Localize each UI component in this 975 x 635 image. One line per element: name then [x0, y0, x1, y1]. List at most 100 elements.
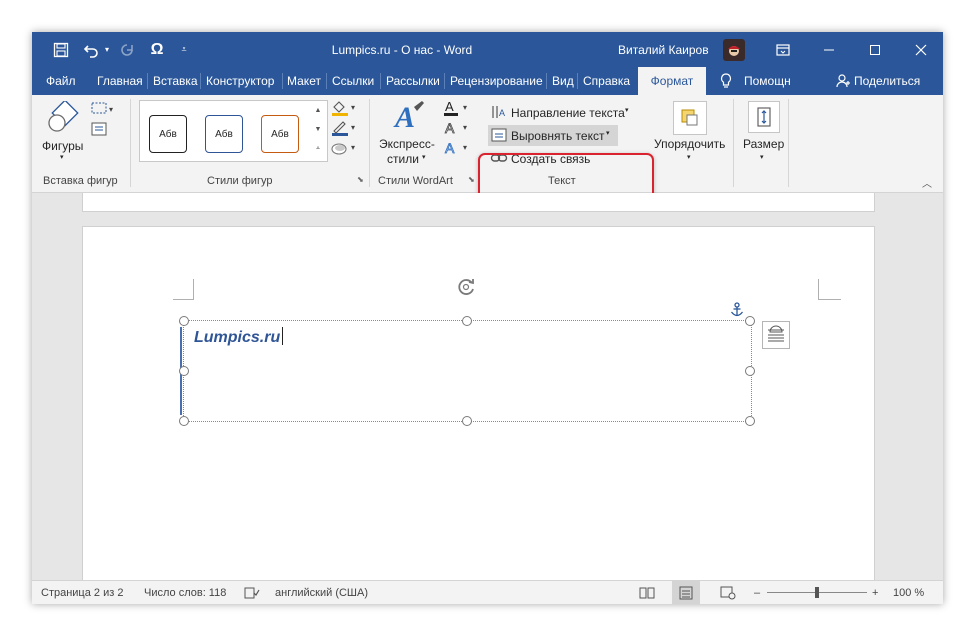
arrange-button[interactable]: Упорядочить: [654, 137, 725, 151]
document-page[interactable]: Lumpics.ru: [82, 226, 875, 588]
rotate-handle-icon[interactable]: [455, 276, 477, 298]
print-layout-icon[interactable]: [672, 581, 700, 604]
quick-styles-label-2[interactable]: стили: [387, 152, 419, 166]
arrange-dropdown-icon[interactable]: ▾: [687, 153, 691, 161]
edit-shape-icon[interactable]: ▾: [90, 101, 116, 115]
shapes-label[interactable]: Фигуры: [42, 139, 83, 153]
customize-qat-icon[interactable]: ⩡: [176, 32, 192, 67]
tab-insert[interactable]: Вставка: [153, 67, 198, 95]
size-dropdown-icon[interactable]: ▾: [760, 153, 764, 161]
avatar[interactable]: [722, 32, 746, 67]
shape-style-sample-2[interactable]: Абв: [205, 115, 243, 153]
status-bar: Страница 2 из 2 Число слов: 118 английск…: [32, 580, 943, 604]
tab-help[interactable]: Справка: [583, 67, 630, 95]
text-outline-icon[interactable]: A ▾: [442, 119, 472, 137]
zoom-slider-thumb[interactable]: [815, 587, 819, 598]
tab-home[interactable]: Главная: [97, 67, 143, 95]
ribbon-tabs: Файл Главная Вставка Конструктор Макет С…: [32, 67, 943, 95]
text-direction-dropdown-icon[interactable]: ▾: [625, 106, 629, 114]
shape-outline-icon[interactable]: ▾: [330, 119, 360, 137]
tab-layout[interactable]: Макет: [287, 67, 321, 95]
wordart-launcher-icon[interactable]: ⬊: [468, 175, 475, 184]
symbol-omega-icon[interactable]: Ω: [146, 32, 168, 67]
lightbulb-icon[interactable]: [720, 67, 734, 95]
text-direction-icon[interactable]: A: [490, 104, 508, 120]
share-person-icon[interactable]: [836, 67, 850, 95]
svg-text:▾: ▾: [463, 123, 467, 132]
read-mode-icon[interactable]: [639, 581, 657, 604]
svg-text:▾: ▾: [463, 143, 467, 152]
tell-me-search[interactable]: Помощн: [744, 67, 791, 95]
ribbon-display-icon[interactable]: [760, 32, 806, 67]
tab-mailings[interactable]: Рассылки: [386, 67, 440, 95]
gallery-scroll[interactable]: ▲ ▼ ⩡: [311, 101, 325, 159]
undo-icon[interactable]: [80, 32, 102, 67]
shape-styles-launcher-icon[interactable]: ⬊: [357, 175, 364, 184]
arrange-icon[interactable]: [673, 101, 707, 135]
shape-style-sample-1[interactable]: Абв: [149, 115, 187, 153]
resize-handle-top-left[interactable]: [179, 316, 189, 326]
svg-text:▾: ▾: [351, 143, 355, 152]
text-box-text: Lumpics.ru: [194, 329, 281, 346]
minimize-icon[interactable]: [806, 32, 852, 67]
resize-handle-bottom-left[interactable]: [179, 416, 189, 426]
text-fill-icon[interactable]: A ▾: [442, 99, 472, 117]
crop-mark-left: [173, 279, 194, 300]
user-name[interactable]: Виталий Каиров: [618, 32, 714, 67]
zoom-level[interactable]: 100 %: [893, 581, 924, 604]
zoom-in-button[interactable]: +: [872, 581, 878, 604]
size-button[interactable]: Размер: [743, 137, 784, 151]
maximize-icon[interactable]: [852, 32, 898, 67]
tab-file[interactable]: Файл: [46, 67, 76, 95]
collapse-ribbon-icon[interactable]: ︿: [922, 175, 932, 190]
gallery-up-icon[interactable]: ▲: [311, 101, 325, 120]
shapes-icon[interactable]: [46, 99, 80, 135]
tab-format[interactable]: Формат: [638, 67, 706, 95]
group-label-insert-shapes: Вставка фигур: [43, 175, 118, 187]
quick-styles-icon[interactable]: A: [392, 99, 428, 135]
redo-icon[interactable]: [116, 32, 138, 67]
shapes-dropdown-icon[interactable]: ▾: [60, 153, 64, 161]
text-effects-icon[interactable]: A ▾: [442, 139, 472, 157]
align-text-dropdown-icon[interactable]: ▾: [606, 129, 610, 137]
quick-styles-dropdown-icon[interactable]: ▾: [422, 153, 426, 161]
save-icon[interactable]: [50, 32, 72, 67]
resize-handle-bottom-right[interactable]: [745, 416, 755, 426]
close-icon[interactable]: [898, 32, 943, 67]
tab-separator: [577, 73, 578, 89]
resize-handle-top[interactable]: [462, 316, 472, 326]
layout-options-icon[interactable]: [762, 321, 790, 349]
page-count[interactable]: Страница 2 из 2: [41, 581, 123, 604]
resize-handle-right[interactable]: [745, 366, 755, 376]
gallery-more-icon[interactable]: ⩡: [311, 139, 325, 158]
undo-dropdown-icon[interactable]: ▾: [102, 32, 112, 67]
group-label-wordart: Стили WordArt: [378, 175, 453, 187]
tab-view[interactable]: Вид: [552, 67, 574, 95]
align-text-icon[interactable]: [490, 127, 508, 143]
shape-style-sample-3[interactable]: Абв: [261, 115, 299, 153]
quick-styles-label-1[interactable]: Экспресс-: [379, 137, 435, 151]
word-count[interactable]: Число слов: 118: [144, 581, 226, 604]
proofing-icon[interactable]: [244, 581, 260, 604]
resize-handle-top-right[interactable]: [745, 316, 755, 326]
text-direction-button[interactable]: Направление текста: [511, 106, 625, 120]
resize-handle-bottom[interactable]: [462, 416, 472, 426]
zoom-out-button[interactable]: –: [754, 581, 760, 604]
resize-handle-left[interactable]: [179, 366, 189, 376]
group-divider: [130, 99, 131, 187]
text-box[interactable]: Lumpics.ru: [180, 320, 752, 422]
text-box-draw-icon[interactable]: [90, 121, 110, 137]
web-layout-icon[interactable]: [720, 581, 738, 604]
tab-review[interactable]: Рецензирование: [450, 67, 543, 95]
tab-references[interactable]: Ссылки: [332, 67, 374, 95]
align-text-button[interactable]: Выровнять текст: [511, 129, 604, 143]
text-box-content[interactable]: Lumpics.ru: [194, 327, 284, 347]
shape-effects-icon[interactable]: ▾: [330, 139, 360, 157]
group-divider: [733, 99, 734, 187]
tab-design[interactable]: Конструктор: [206, 67, 274, 95]
size-icon[interactable]: [748, 101, 780, 133]
shape-fill-icon[interactable]: ▾: [330, 99, 360, 117]
language-indicator[interactable]: английский (США): [275, 581, 368, 604]
gallery-down-icon[interactable]: ▼: [311, 120, 325, 139]
share-button[interactable]: Поделиться: [854, 67, 920, 95]
